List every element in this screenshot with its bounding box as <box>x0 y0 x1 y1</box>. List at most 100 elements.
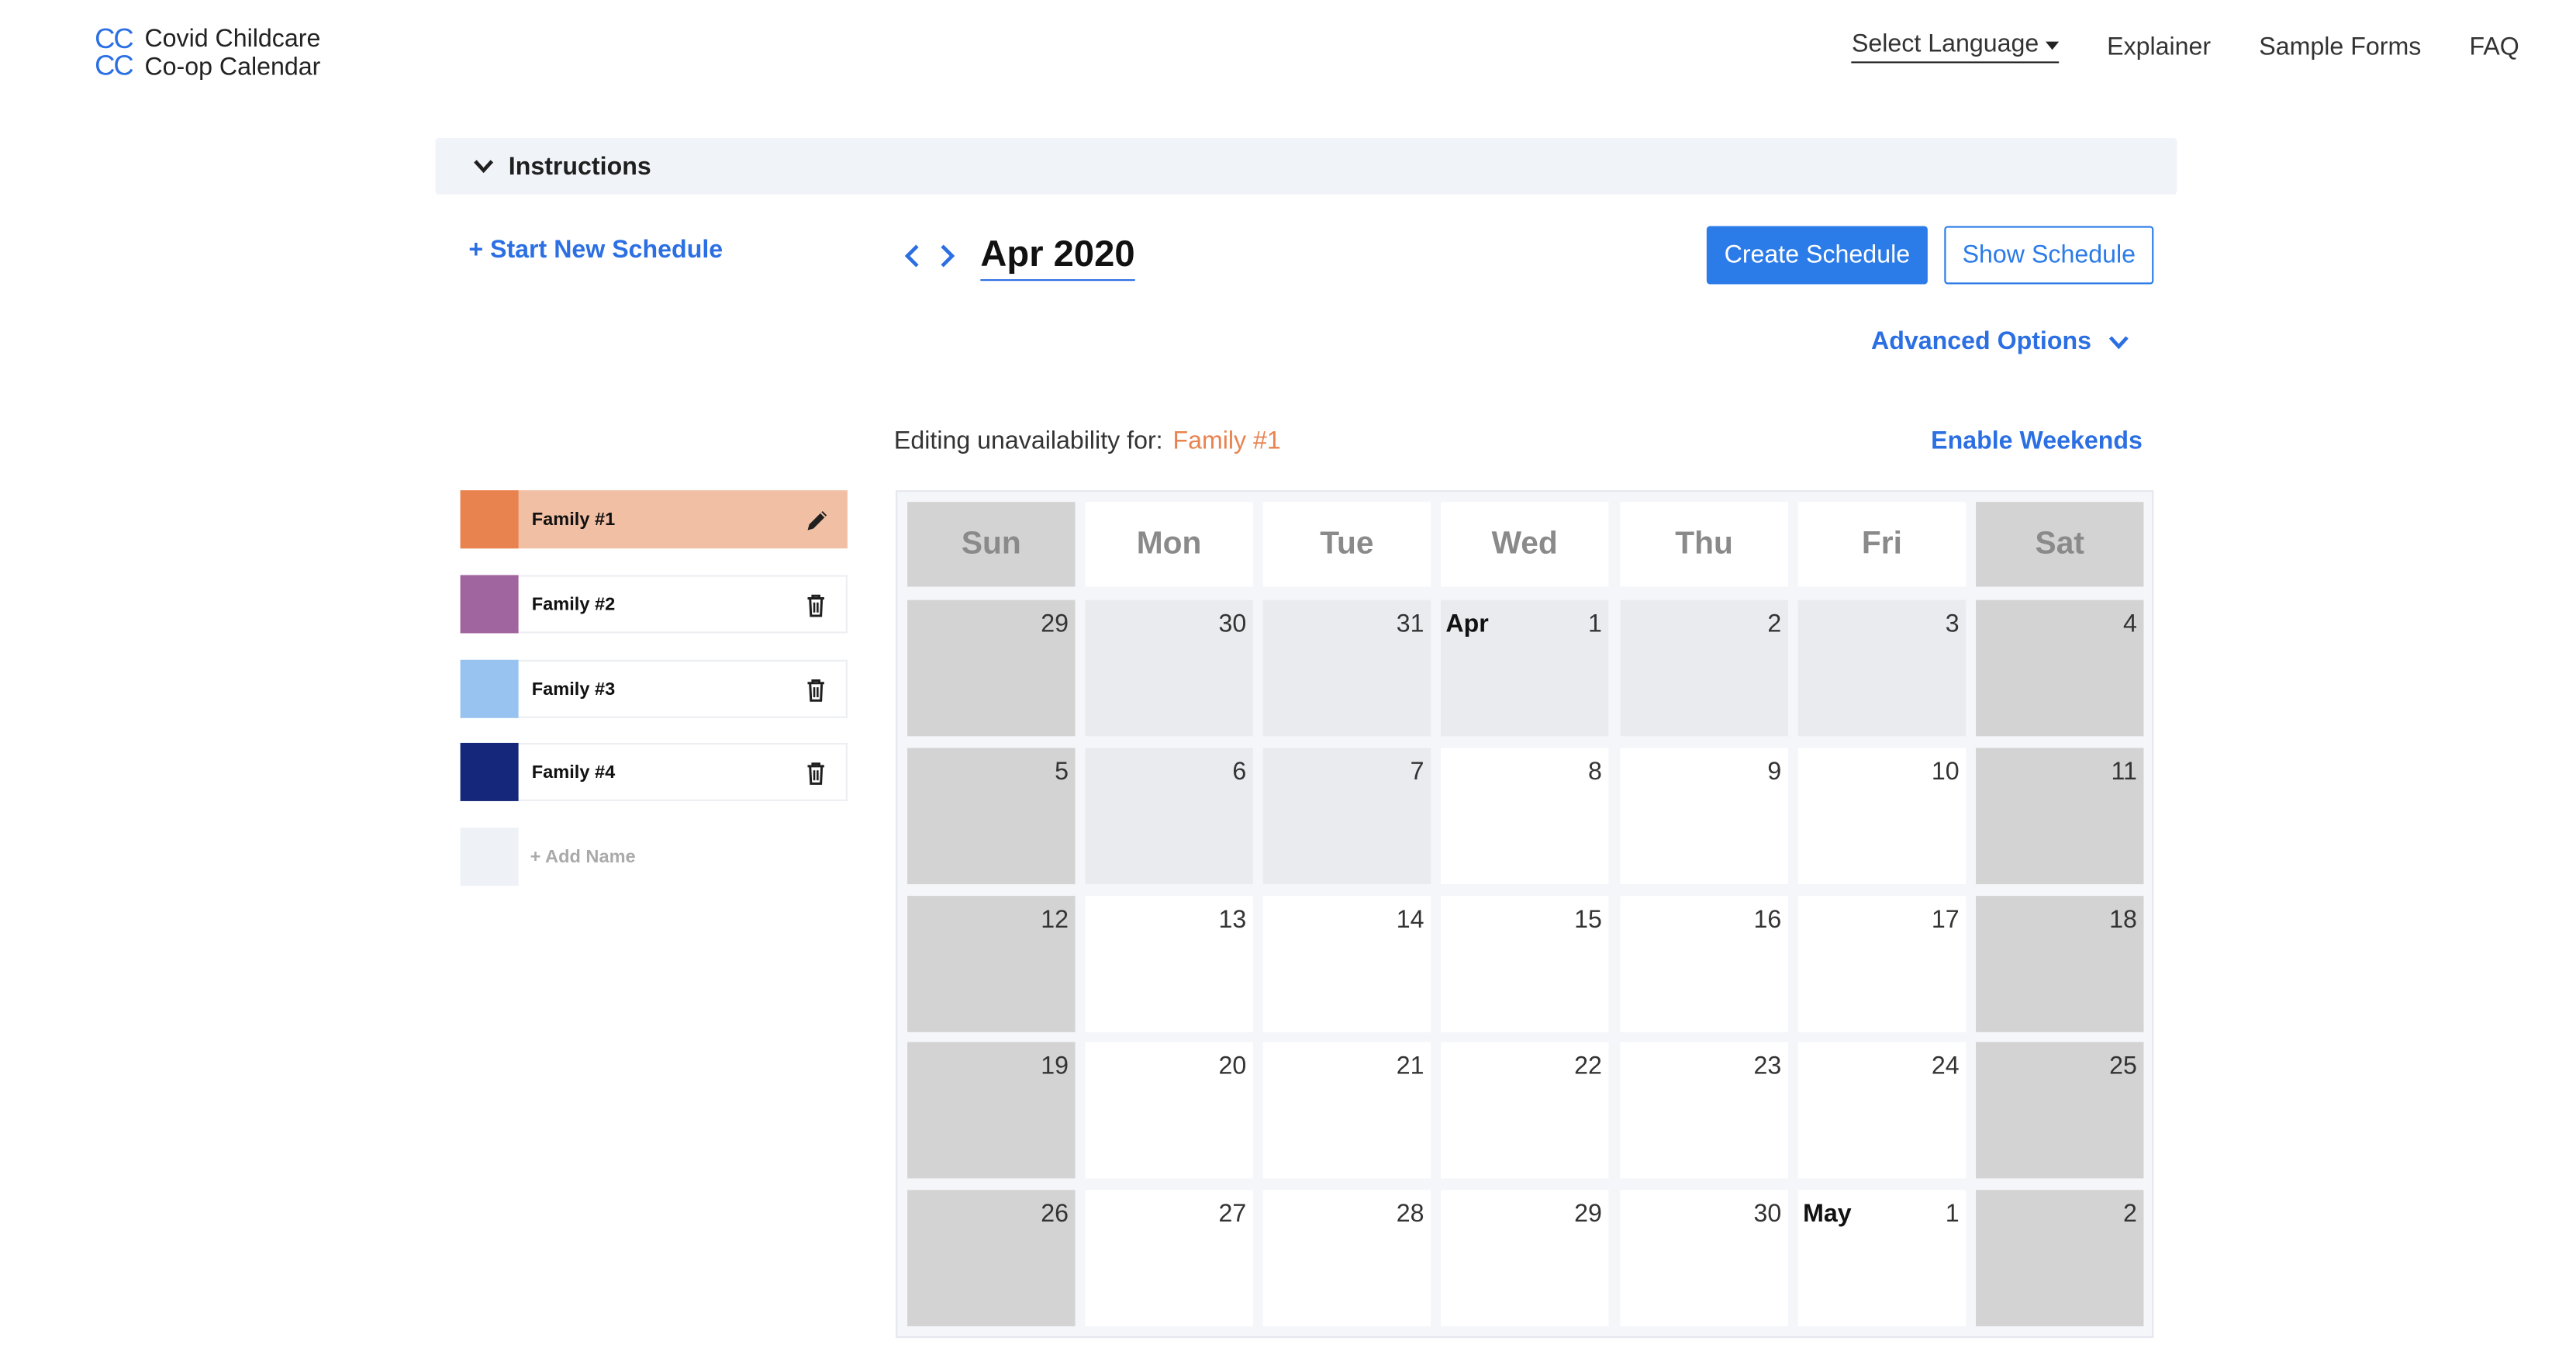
day-number: 9 <box>1767 758 1782 786</box>
family-color-swatch[interactable] <box>460 742 519 801</box>
calendar-day-cell[interactable]: 3 <box>1797 600 1967 737</box>
calendar-day-cell[interactable]: 18 <box>1976 896 2144 1032</box>
calendar-day-cell[interactable]: 13 <box>1085 896 1253 1032</box>
advanced-options-toggle[interactable]: Advanced Options <box>1871 327 2129 356</box>
instructions-toggle[interactable]: Instructions <box>435 137 2177 195</box>
calendar-day-cell[interactable]: 31 <box>1262 600 1431 737</box>
day-number: 26 <box>1041 1200 1069 1228</box>
day-header: Fri <box>1797 502 1967 587</box>
day-number: 13 <box>1218 905 1247 935</box>
calendar-day-cell[interactable]: 2 <box>1976 1190 2144 1327</box>
calendar-day-cell[interactable]: 21 <box>1262 1042 1431 1179</box>
month-label: May <box>1803 1200 1852 1228</box>
caret-down-icon <box>2045 41 2059 50</box>
day-number: 10 <box>1931 758 1960 786</box>
calendar-day-cell[interactable]: 22 <box>1440 1042 1609 1179</box>
calendar-day-cell[interactable]: May 1 <box>1797 1190 1967 1327</box>
month-label: Apr <box>1445 610 1489 638</box>
day-number: 1 <box>1945 1200 1960 1228</box>
calendar-day-cell[interactable]: 10 <box>1797 748 1967 885</box>
chevron-down-icon <box>474 160 494 174</box>
day-header: Wed <box>1440 502 1609 587</box>
calendar-day-cell[interactable]: 28 <box>1262 1190 1431 1327</box>
family-row[interactable]: Family #2 <box>460 575 848 634</box>
family-color-swatch[interactable] <box>460 575 519 634</box>
add-name-button[interactable]: + Add Name <box>460 828 636 886</box>
calendar-day-cell[interactable]: 12 <box>907 896 1076 1032</box>
create-schedule-button[interactable]: Create Schedule <box>1706 226 1928 285</box>
day-number: 21 <box>1396 1052 1424 1080</box>
calendar-day-cell[interactable]: 27 <box>1085 1190 1253 1327</box>
family-name: Family #3 <box>531 679 616 700</box>
calendar-day-cell[interactable]: 26 <box>907 1190 1076 1327</box>
day-number: 23 <box>1753 1052 1782 1080</box>
family-color-swatch[interactable] <box>460 490 519 549</box>
calendar-day-cell[interactable]: 11 <box>1976 748 2144 885</box>
app-logo[interactable]: CC CC Covid Childcare Co-op Calendar <box>95 25 320 81</box>
calendar-day-cell[interactable]: 19 <box>907 1042 1076 1179</box>
day-number: 31 <box>1396 610 1424 638</box>
family-row[interactable]: Family #4 <box>460 742 848 801</box>
editing-label: Editing unavailability for: Family #1 <box>893 427 1281 456</box>
day-number: 17 <box>1931 905 1960 935</box>
day-number: 22 <box>1574 1052 1602 1080</box>
day-header: Sun <box>907 502 1076 587</box>
trash-icon[interactable] <box>803 676 829 702</box>
calendar-day-cell[interactable]: 4 <box>1976 600 2144 737</box>
start-new-schedule-link[interactable]: + Start New Schedule <box>468 236 723 264</box>
day-number: 11 <box>2111 758 2137 786</box>
enable-weekends-link[interactable]: Enable Weekends <box>1931 427 2143 455</box>
day-number: 8 <box>1587 758 1602 786</box>
show-schedule-button[interactable]: Show Schedule <box>1944 226 2154 285</box>
day-number: 2 <box>1767 610 1782 638</box>
nav-faq[interactable]: FAQ <box>2469 33 2519 60</box>
calendar-day-cell[interactable]: 30 <box>1085 600 1253 737</box>
calendar-day-cell[interactable]: 24 <box>1797 1042 1967 1179</box>
calendar-day-cell[interactable]: 29 <box>1440 1190 1609 1327</box>
day-number: 4 <box>2123 610 2137 638</box>
logo-line-2: Co-op Calendar <box>144 53 321 82</box>
calendar-day-cell[interactable]: 15 <box>1440 896 1609 1032</box>
calendar-day-cell[interactable]: 6 <box>1085 748 1253 885</box>
calendar-day-cell[interactable]: 14 <box>1262 896 1431 1032</box>
day-number: 30 <box>1218 610 1247 638</box>
trash-icon[interactable] <box>803 591 829 617</box>
calendar-day-cell[interactable]: 29 <box>907 600 1076 737</box>
nav-explainer[interactable]: Explainer <box>2107 33 2211 60</box>
day-header: Thu <box>1620 502 1788 587</box>
month-title[interactable]: Apr 2020 <box>980 233 1135 282</box>
day-number: 29 <box>1041 610 1069 638</box>
day-number: 16 <box>1753 905 1782 935</box>
instructions-label: Instructions <box>508 152 651 181</box>
day-number: 14 <box>1396 905 1424 935</box>
day-number: 27 <box>1218 1200 1247 1228</box>
day-header: Tue <box>1262 502 1431 587</box>
calendar-day-cell[interactable]: 30 <box>1620 1190 1788 1327</box>
calendar-day-cell[interactable]: 7 <box>1262 748 1431 885</box>
calendar-day-cell[interactable]: 5 <box>907 748 1076 885</box>
day-number: 18 <box>2109 905 2137 935</box>
day-number: 28 <box>1396 1200 1424 1228</box>
language-select[interactable]: Select Language <box>1851 30 2059 64</box>
day-number: 5 <box>1055 758 1069 786</box>
pencil-icon[interactable] <box>804 506 830 533</box>
calendar-grid: Sun Mon Tue Wed Thu Fri Sat 29 30 31 Apr 1 2 3 4 5 6 7 8 9 1… <box>896 490 2154 1339</box>
family-row[interactable]: Family #1 <box>460 490 848 549</box>
chevron-right-icon[interactable] <box>936 241 959 271</box>
calendar-day-cell[interactable]: 8 <box>1440 748 1609 885</box>
family-color-swatch[interactable] <box>460 659 519 718</box>
day-number: 19 <box>1041 1052 1069 1080</box>
chevron-left-icon[interactable] <box>901 241 924 271</box>
family-row[interactable]: Family #3 <box>460 659 848 718</box>
calendar-day-cell[interactable]: 9 <box>1620 748 1788 885</box>
nav-sample-forms[interactable]: Sample Forms <box>2259 33 2421 60</box>
trash-icon[interactable] <box>803 759 829 785</box>
calendar-day-cell[interactable]: 17 <box>1797 896 1967 1032</box>
calendar-day-cell[interactable]: 20 <box>1085 1042 1253 1179</box>
calendar-day-cell[interactable]: 23 <box>1620 1042 1788 1179</box>
calendar-day-cell[interactable]: 2 <box>1620 600 1788 737</box>
calendar-day-cell[interactable]: 16 <box>1620 896 1788 1032</box>
family-name: Family #1 <box>531 509 616 530</box>
calendar-day-cell[interactable]: 25 <box>1976 1042 2144 1179</box>
calendar-day-cell[interactable]: Apr 1 <box>1440 600 1609 737</box>
